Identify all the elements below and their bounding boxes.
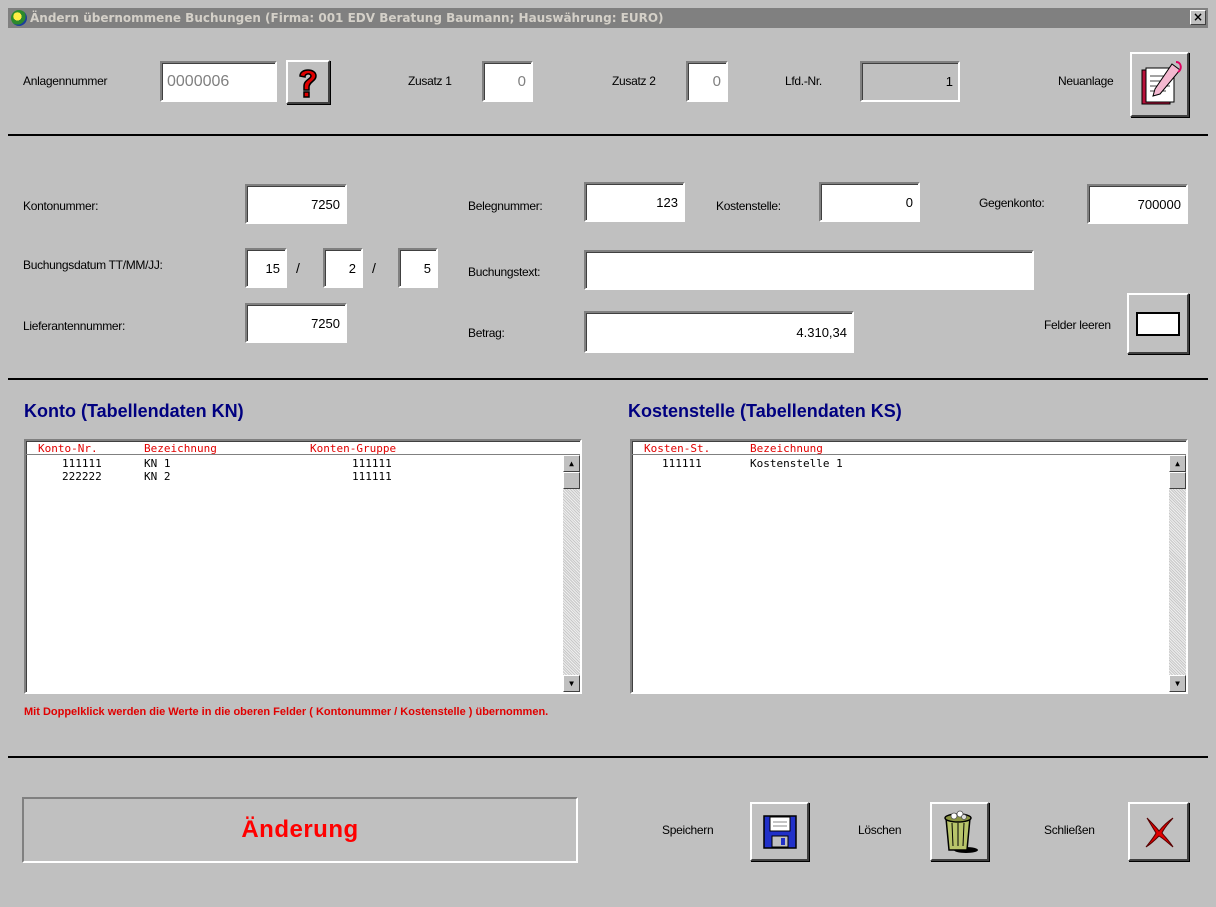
konto-table-row[interactable]: 222222 KN 2 111111 xyxy=(26,470,562,483)
scroll-up-icon[interactable]: ▲ xyxy=(563,455,580,472)
konto-cell-gruppe: 111111 xyxy=(352,457,392,470)
window-title: Ändern übernommene Buchungen (Firma: 001… xyxy=(30,11,664,25)
zusatz2-label: Zusatz 2 xyxy=(612,74,656,88)
date-separator: / xyxy=(296,260,300,276)
konto-section-title: Konto (Tabellendaten KN) xyxy=(24,401,244,421)
konto-cell-nr: 111111 xyxy=(62,457,102,470)
konto-scrollbar[interactable]: ▲ ▼ xyxy=(563,455,580,692)
date-day-input[interactable]: 15 xyxy=(245,248,287,288)
betrag-label: Betrag: xyxy=(468,326,505,340)
anlagennummer-label: Anlagennummer xyxy=(23,74,108,88)
ks-col-header-nr[interactable]: Kosten-St. xyxy=(644,442,710,455)
konto-col-header-gruppe[interactable]: Konten-Gruppe xyxy=(310,442,396,455)
trash-can-icon xyxy=(943,810,978,853)
kostenstelle-scrollbar[interactable]: ▲ ▼ xyxy=(1169,455,1186,692)
speichern-button[interactable] xyxy=(750,802,809,861)
konto-cell-nr: 222222 xyxy=(62,470,102,483)
konto-cell-bezeichnung: KN 1 xyxy=(144,457,171,470)
lieferantennummer-input[interactable]: 7250 xyxy=(245,303,347,343)
kostenstelle-listbox[interactable]: Kosten-St. Bezeichnung 111111 Kostenstel… xyxy=(630,439,1188,694)
neuanlage-label: Neuanlage xyxy=(1058,74,1114,88)
gegenkonto-label: Gegenkonto: xyxy=(979,196,1045,210)
anlagennummer-field[interactable]: 0000006 xyxy=(160,61,277,102)
buchungstext-label: Buchungstext: xyxy=(468,265,541,279)
loeschen-label: Löschen xyxy=(858,823,902,837)
separator-top xyxy=(8,134,1208,136)
mode-status-panel: Änderung xyxy=(22,797,578,863)
kostenstelle-scroll-thumb[interactable] xyxy=(1169,472,1186,489)
kostenstelle-section-title: Kostenstelle (Tabellendaten KS) xyxy=(628,401,902,421)
betrag-input[interactable]: 4.310,34 xyxy=(584,311,854,353)
scroll-down-icon[interactable]: ▼ xyxy=(563,675,580,692)
separator-bottom xyxy=(8,756,1208,758)
konto-listbox[interactable]: Konto-Nr. Bezeichnung Konten-Gruppe 1111… xyxy=(24,439,582,694)
felder-leeren-button[interactable] xyxy=(1127,293,1189,354)
zusatz1-field[interactable]: 0 xyxy=(482,61,533,102)
speichern-label: Speichern xyxy=(662,823,714,837)
kostenstelle-list-header: Kosten-St. Bezeichnung xyxy=(632,441,1186,455)
buchungsdatum-label: Buchungsdatum TT/MM/JJ: xyxy=(23,258,163,272)
doubleclick-hint: Mit Doppelklick werden die Werte in die … xyxy=(24,706,549,718)
belegnummer-label: Belegnummer: xyxy=(468,199,543,213)
felder-leeren-label: Felder leeren xyxy=(1044,318,1111,332)
help-button[interactable] xyxy=(286,60,330,104)
schliessen-button[interactable] xyxy=(1128,802,1189,861)
konto-col-header-nr[interactable]: Konto-Nr. xyxy=(38,442,98,455)
ks-cell-bezeichnung: Kostenstelle 1 xyxy=(750,457,843,470)
kostenstelle-label: Kostenstelle: xyxy=(716,199,781,213)
loeschen-button[interactable] xyxy=(930,802,989,861)
window-titlebar: Ändern übernommene Buchungen (Firma: 001… xyxy=(8,8,1208,28)
ks-cell-nr: 111111 xyxy=(662,457,702,470)
konto-table-row[interactable]: 111111 KN 1 111111 xyxy=(26,457,562,470)
belegnummer-input[interactable]: 123 xyxy=(584,182,685,222)
notebook-pen-icon xyxy=(1141,60,1182,104)
konto-col-header-bezeichnung[interactable]: Bezeichnung xyxy=(144,442,217,455)
scroll-down-icon[interactable]: ▼ xyxy=(1169,675,1186,692)
kostenstelle-table-row[interactable]: 111111 Kostenstelle 1 xyxy=(632,457,1168,470)
date-year-input[interactable]: 5 xyxy=(398,248,438,288)
gegenkonto-input[interactable]: 700000 xyxy=(1087,184,1188,224)
red-x-icon xyxy=(1145,817,1173,847)
date-month-input[interactable]: 2 xyxy=(323,248,363,288)
buchungstext-input[interactable] xyxy=(584,250,1034,290)
floppy-disk-icon xyxy=(762,814,797,849)
schliessen-label: Schließen xyxy=(1044,823,1095,837)
neuanlage-button[interactable] xyxy=(1130,52,1189,117)
date-separator: / xyxy=(372,260,376,276)
kostenstelle-input[interactable]: 0 xyxy=(819,182,920,222)
zusatz2-field[interactable]: 0 xyxy=(686,61,728,102)
scroll-up-icon[interactable]: ▲ xyxy=(1169,455,1186,472)
app-icon xyxy=(11,10,27,26)
ks-col-header-bezeichnung[interactable]: Bezeichnung xyxy=(750,442,823,455)
konto-cell-gruppe: 111111 xyxy=(352,470,392,483)
konto-list-header: Konto-Nr. Bezeichnung Konten-Gruppe xyxy=(26,441,580,455)
separator-middle xyxy=(8,378,1208,380)
lfd-nr-field: 1 xyxy=(860,61,960,102)
question-mark-icon xyxy=(299,69,317,98)
kontonummer-label: Kontonummer: xyxy=(23,199,99,213)
window-close-button[interactable]: × xyxy=(1190,10,1206,25)
blank-field-icon xyxy=(1136,311,1180,336)
lfd-nr-label: Lfd.-Nr. xyxy=(785,74,822,88)
kontonummer-input[interactable]: 7250 xyxy=(245,184,347,224)
lieferantennummer-label: Lieferantennummer: xyxy=(23,319,125,333)
konto-cell-bezeichnung: KN 2 xyxy=(144,470,171,483)
zusatz1-label: Zusatz 1 xyxy=(408,74,452,88)
konto-scroll-thumb[interactable] xyxy=(563,472,580,489)
